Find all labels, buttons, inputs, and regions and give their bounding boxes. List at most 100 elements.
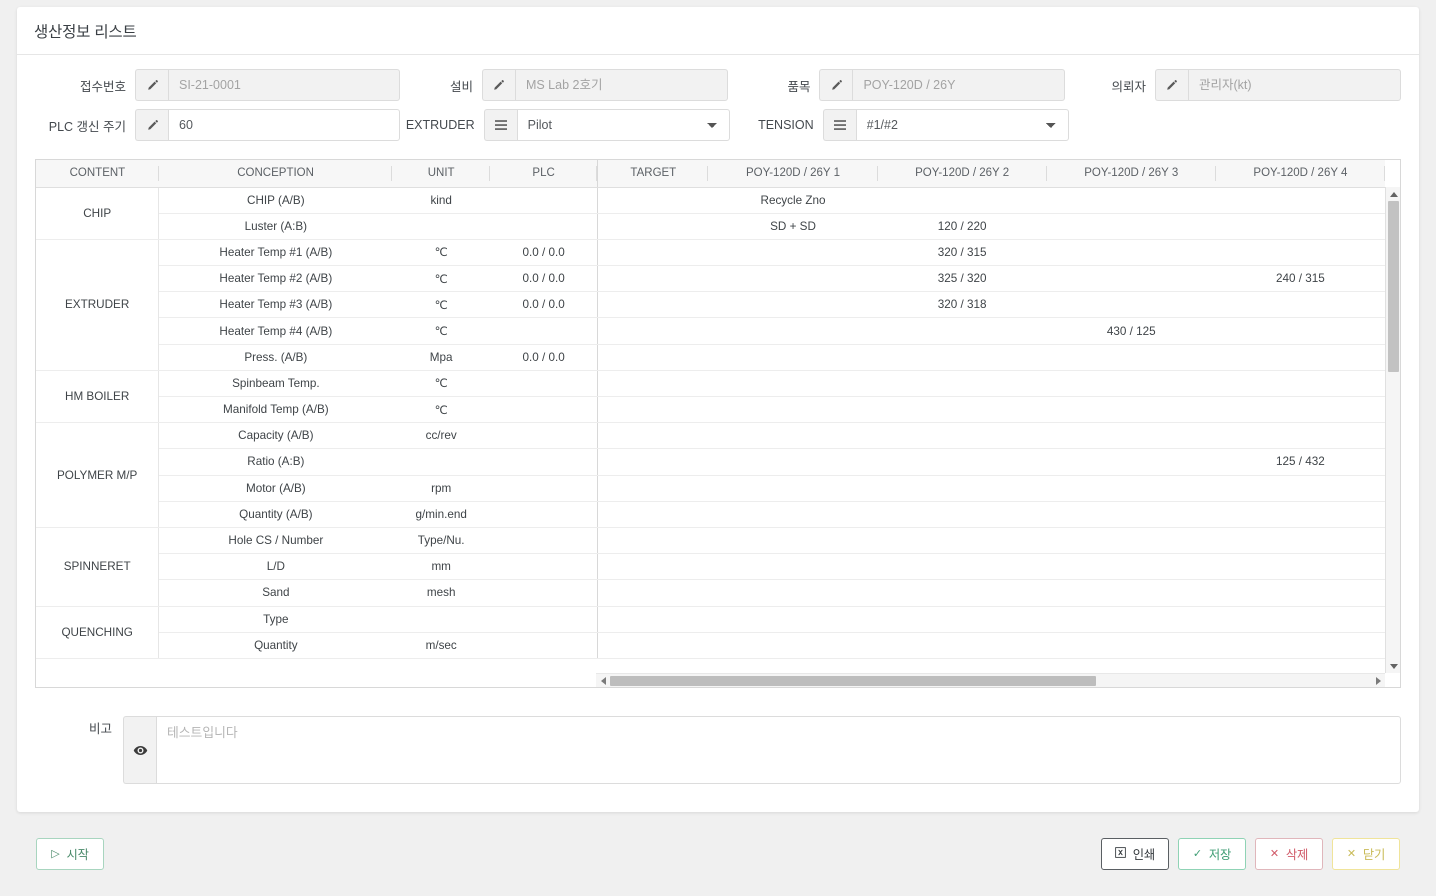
- cell-target[interactable]: [597, 448, 709, 476]
- vertical-scroll-thumb[interactable]: [1388, 201, 1399, 372]
- table-row[interactable]: Sand mesh: [36, 579, 1385, 607]
- cell-conception[interactable]: Luster (A:B): [158, 213, 393, 240]
- cell-plc[interactable]: [490, 213, 599, 240]
- cell-unit[interactable]: ℃: [392, 396, 490, 424]
- table-row[interactable]: EXTRUDER Heater Temp #1 (A/B) ℃ 0.0 / 0.0 32…: [36, 239, 1385, 371]
- cell-poy-1[interactable]: [708, 475, 878, 502]
- column-header-poy-120d-26y-3[interactable]: POY-120D / 26Y 3: [1046, 160, 1216, 188]
- cell-poy-2[interactable]: [877, 501, 1047, 528]
- scroll-right-icon[interactable]: [1371, 674, 1385, 688]
- cell-target[interactable]: [597, 187, 709, 214]
- cell-poy-2[interactable]: 325 / 320: [877, 265, 1047, 293]
- cell-poy-3[interactable]: [1046, 606, 1216, 633]
- table-row[interactable]: Heater Temp #3 (A/B) ℃ 0.0 / 0.0 320 / 318: [36, 291, 1385, 319]
- cell-poy-2[interactable]: [877, 422, 1047, 450]
- item-input[interactable]: [852, 69, 1066, 101]
- cell-poy-2[interactable]: [877, 370, 1047, 398]
- cell-poy-4[interactable]: [1215, 370, 1385, 398]
- requester-input[interactable]: [1187, 69, 1401, 101]
- cell-unit[interactable]: kind: [392, 187, 490, 214]
- cell-target[interactable]: [597, 291, 709, 319]
- column-header-unit[interactable]: UNIT: [392, 160, 490, 188]
- table-row[interactable]: Quantity (A/B) g/min.end: [36, 501, 1385, 528]
- scroll-down-icon[interactable]: [1386, 659, 1400, 673]
- cell-poy-3[interactable]: [1046, 632, 1216, 659]
- cell-target[interactable]: [597, 265, 709, 293]
- table-horizontal-scrollbar[interactable]: [596, 673, 1385, 687]
- scroll-up-icon[interactable]: [1386, 187, 1400, 201]
- cell-poy-1[interactable]: [708, 344, 878, 371]
- cell-plc[interactable]: 0.0 / 0.0: [490, 239, 599, 267]
- receipt-no-input[interactable]: [168, 69, 400, 101]
- cell-plc[interactable]: [490, 501, 599, 528]
- cell-unit[interactable]: ℃: [392, 239, 490, 267]
- cell-conception[interactable]: Hole CS / Number: [158, 527, 393, 555]
- cell-unit[interactable]: mesh: [392, 579, 490, 607]
- cell-poy-2[interactable]: [877, 344, 1047, 371]
- cell-unit[interactable]: ℃: [392, 265, 490, 293]
- cell-poy-3[interactable]: [1046, 475, 1216, 502]
- cell-unit[interactable]: g/min.end: [392, 501, 490, 528]
- table-row[interactable]: Luster (A:B) SD + SD 120 / 220: [36, 213, 1385, 240]
- cell-poy-3[interactable]: [1046, 187, 1216, 214]
- cell-poy-4[interactable]: [1215, 317, 1385, 345]
- cell-target[interactable]: [597, 553, 709, 581]
- cell-conception[interactable]: Capacity (A/B): [158, 422, 393, 450]
- table-vertical-scrollbar[interactable]: [1385, 187, 1400, 673]
- cell-poy-1[interactable]: [708, 579, 878, 607]
- cell-poy-4[interactable]: [1215, 475, 1385, 502]
- cell-poy-2[interactable]: 120 / 220: [877, 213, 1047, 240]
- cell-plc[interactable]: [490, 187, 599, 214]
- cell-conception[interactable]: L/D: [158, 553, 393, 581]
- cell-plc[interactable]: 0.0 / 0.0: [490, 291, 599, 319]
- cell-poy-2[interactable]: [877, 317, 1047, 345]
- cell-plc[interactable]: [490, 448, 599, 476]
- cell-target[interactable]: [597, 396, 709, 424]
- cell-unit[interactable]: rpm: [392, 475, 490, 502]
- cell-poy-3[interactable]: 430 / 125: [1046, 317, 1216, 345]
- cell-conception[interactable]: Spinbeam Temp.: [158, 370, 393, 398]
- start-button[interactable]: ▷ 시작: [36, 838, 104, 870]
- cell-poy-1[interactable]: [708, 370, 878, 398]
- cell-target[interactable]: [597, 422, 709, 450]
- cell-poy-2[interactable]: [877, 553, 1047, 581]
- cell-unit[interactable]: Type/Nu.: [392, 527, 490, 555]
- table-row[interactable]: CHIP CHIP (A/B) kind Recycle Zno: [36, 187, 1385, 240]
- cell-target[interactable]: [597, 239, 709, 267]
- cell-poy-1[interactable]: [708, 553, 878, 581]
- cell-target[interactable]: [597, 317, 709, 345]
- cell-conception[interactable]: Heater Temp #1 (A/B): [158, 239, 393, 267]
- cell-poy-3[interactable]: [1046, 239, 1216, 267]
- horizontal-scroll-thumb[interactable]: [610, 675, 1096, 686]
- cell-poy-3[interactable]: [1046, 213, 1216, 240]
- cell-poy-3[interactable]: [1046, 527, 1216, 555]
- cell-target[interactable]: [597, 606, 709, 633]
- cell-plc[interactable]: [490, 527, 599, 555]
- cell-conception[interactable]: Manifold Temp (A/B): [158, 396, 393, 424]
- cell-target[interactable]: [597, 579, 709, 607]
- cell-unit[interactable]: m/sec: [392, 632, 490, 659]
- cell-poy-2[interactable]: [877, 579, 1047, 607]
- cell-poy-2[interactable]: [877, 396, 1047, 424]
- cell-unit[interactable]: ℃: [392, 370, 490, 398]
- cell-unit[interactable]: Mpa: [392, 344, 490, 371]
- cell-conception[interactable]: Quantity (A/B): [158, 501, 393, 528]
- cell-conception[interactable]: Press. (A/B): [158, 344, 393, 371]
- cell-target[interactable]: [597, 213, 709, 240]
- cell-poy-4[interactable]: [1215, 553, 1385, 581]
- cell-target[interactable]: [597, 344, 709, 371]
- column-header-target[interactable]: TARGET: [597, 160, 709, 188]
- cell-poy-3[interactable]: [1046, 501, 1216, 528]
- cell-plc[interactable]: [490, 606, 599, 633]
- cell-conception[interactable]: Type: [158, 606, 393, 633]
- cell-poy-1[interactable]: [708, 396, 878, 424]
- column-header-poy-120d-26y-4[interactable]: POY-120D / 26Y 4: [1215, 160, 1385, 188]
- cell-poy-1[interactable]: [708, 448, 878, 476]
- cell-plc[interactable]: 0.0 / 0.0: [490, 265, 599, 293]
- cell-poy-2[interactable]: [877, 632, 1047, 659]
- cell-plc[interactable]: 0.0 / 0.0: [490, 344, 599, 371]
- cell-plc[interactable]: [490, 579, 599, 607]
- horizontal-scroll-track[interactable]: [610, 674, 1371, 688]
- print-button[interactable]: 인쇄: [1100, 838, 1169, 870]
- table-row[interactable]: L/D mm: [36, 553, 1385, 581]
